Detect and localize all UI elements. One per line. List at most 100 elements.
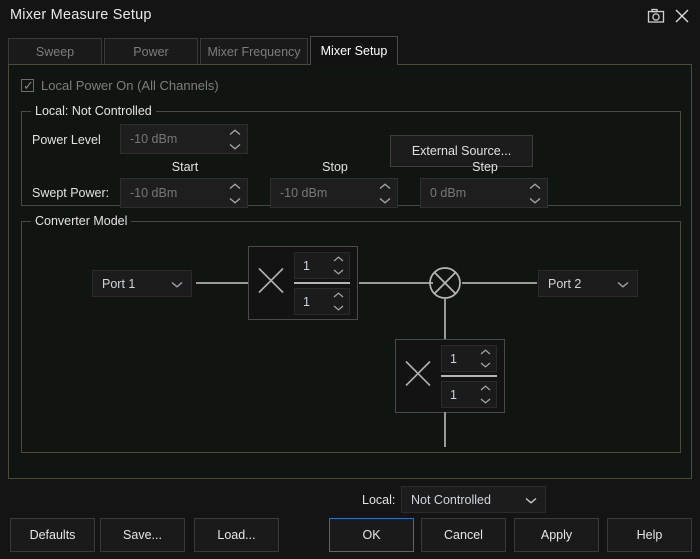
tab-sweep[interactable]: Sweep <box>8 38 102 65</box>
local-dropdown[interactable]: Not Controlled <box>401 486 546 513</box>
lo-multiplier-fraction-bar <box>441 375 497 377</box>
local-value: Not Controlled <box>411 493 491 507</box>
ok-label: OK <box>362 528 380 542</box>
column-header-start: Start <box>140 160 230 174</box>
input-multiplier-fraction-bar <box>294 282 350 284</box>
wire-port1-to-multiplier <box>196 282 249 284</box>
tab-bar: Sweep Power Mixer Frequency Mixer Setup <box>8 36 400 65</box>
converter-model-diagram: Port 1 1 <box>22 222 682 454</box>
swept-power-stop-decrement-icon[interactable] <box>378 193 392 207</box>
cancel-label: Cancel <box>444 528 483 542</box>
input-multiplier-x-icon <box>256 266 286 301</box>
tab-mixer-setup[interactable]: Mixer Setup <box>310 36 398 65</box>
lo-multiplier-numerator-value: 1 <box>450 352 457 366</box>
local-group-title: Local: Not Controlled <box>31 104 156 118</box>
save-button[interactable]: Save... <box>100 518 185 552</box>
save-label: Save... <box>123 528 162 542</box>
swept-power-start-decrement-icon[interactable] <box>228 193 242 207</box>
mixer-symbol-icon <box>428 266 462 300</box>
ok-button[interactable]: OK <box>329 518 414 552</box>
local-group: Local: Not Controlled Power Level -10 dB… <box>21 111 681 206</box>
port1-chevron-down-icon <box>171 275 183 293</box>
swept-power-stop-increment-icon[interactable] <box>378 179 392 193</box>
input-multiplier-numerator-increment-icon[interactable] <box>332 253 345 266</box>
local-chevron-down-icon <box>525 491 537 509</box>
swept-power-step-stepper[interactable] <box>528 179 542 207</box>
lo-multiplier-denominator-decrement-icon[interactable] <box>479 395 492 408</box>
input-multiplier-numerator-stepper[interactable] <box>332 253 345 278</box>
swept-power-step-value: 0 dBm <box>430 186 466 200</box>
swept-power-stop-input[interactable]: -10 dBm <box>270 178 398 208</box>
port1-dropdown[interactable]: Port 1 <box>92 270 192 297</box>
local-power-on-label: Local Power On (All Channels) <box>41 78 219 93</box>
defaults-button[interactable]: Defaults <box>10 518 95 552</box>
wire-mixer-to-port2 <box>462 282 537 284</box>
power-level-stepper[interactable] <box>228 125 242 153</box>
power-level-decrement-icon[interactable] <box>228 139 242 153</box>
power-level-value: -10 dBm <box>130 132 177 146</box>
swept-power-start-value: -10 dBm <box>130 186 177 200</box>
input-multiplier-block: 1 1 <box>248 246 358 320</box>
input-multiplier-numerator-decrement-icon[interactable] <box>332 266 345 279</box>
local-label: Local: <box>362 493 395 507</box>
help-label: Help <box>637 528 663 542</box>
power-level-increment-icon[interactable] <box>228 125 242 139</box>
local-power-on-checkbox[interactable]: ✓ Local Power On (All Channels) <box>21 78 219 93</box>
input-multiplier-numerator-value: 1 <box>303 259 310 273</box>
lo-multiplier-x-icon <box>403 359 433 394</box>
power-level-input[interactable]: -10 dBm <box>120 124 248 154</box>
port1-value: Port 1 <box>102 277 135 291</box>
port2-chevron-down-icon <box>617 275 629 293</box>
window-title: Mixer Measure Setup <box>10 7 152 23</box>
check-mark-icon: ✓ <box>23 79 34 92</box>
mixer-measure-setup-dialog: Mixer Measure Setup Sweep Power Mixer Fr… <box>0 0 700 559</box>
lo-multiplier-denominator-value: 1 <box>450 388 457 402</box>
swept-power-start-stepper[interactable] <box>228 179 242 207</box>
apply-button[interactable]: Apply <box>514 518 599 552</box>
lo-multiplier-numerator-increment-icon[interactable] <box>479 346 492 359</box>
apply-label: Apply <box>541 528 572 542</box>
cancel-button[interactable]: Cancel <box>421 518 506 552</box>
port2-dropdown[interactable]: Port 2 <box>538 270 638 297</box>
wire-lo-multiplier-to-local <box>444 412 446 447</box>
checkbox-box: ✓ <box>21 79 34 92</box>
input-multiplier-denominator-value: 1 <box>303 295 310 309</box>
input-multiplier-denominator-increment-icon[interactable] <box>332 289 345 302</box>
tab-mixer-frequency[interactable]: Mixer Frequency <box>200 38 308 65</box>
column-header-step: Step <box>440 160 530 174</box>
swept-power-step-increment-icon[interactable] <box>528 179 542 193</box>
swept-power-step-decrement-icon[interactable] <box>528 193 542 207</box>
lo-multiplier-numerator-decrement-icon[interactable] <box>479 359 492 372</box>
wire-multiplier-to-mixer <box>359 282 433 284</box>
input-multiplier-denominator-stepper[interactable] <box>332 289 345 314</box>
load-label: Load... <box>217 528 255 542</box>
tab-power[interactable]: Power <box>104 38 198 65</box>
port2-value: Port 2 <box>548 277 581 291</box>
input-multiplier-numerator-input[interactable]: 1 <box>294 252 350 279</box>
camera-icon[interactable] <box>646 6 666 26</box>
swept-power-start-increment-icon[interactable] <box>228 179 242 193</box>
load-button[interactable]: Load... <box>194 518 279 552</box>
swept-power-stop-stepper[interactable] <box>378 179 392 207</box>
help-button[interactable]: Help <box>607 518 692 552</box>
converter-model-group: Converter Model Port 1 <box>21 221 681 453</box>
swept-power-label: Swept Power: <box>32 186 109 200</box>
title-bar: Mixer Measure Setup <box>0 0 700 33</box>
lo-multiplier-denominator-increment-icon[interactable] <box>479 382 492 395</box>
defaults-label: Defaults <box>30 528 76 542</box>
lo-multiplier-denominator-stepper[interactable] <box>479 382 492 407</box>
input-multiplier-denominator-input[interactable]: 1 <box>294 288 350 315</box>
close-icon[interactable] <box>672 6 692 26</box>
column-header-stop: Stop <box>290 160 380 174</box>
wire-mixer-to-lo-multiplier <box>444 299 446 340</box>
power-level-label: Power Level <box>32 133 101 147</box>
input-multiplier-denominator-decrement-icon[interactable] <box>332 302 345 315</box>
lo-multiplier-numerator-stepper[interactable] <box>479 346 492 371</box>
lo-multiplier-denominator-input[interactable]: 1 <box>441 381 497 408</box>
swept-power-step-input[interactable]: 0 dBm <box>420 178 548 208</box>
swept-power-stop-value: -10 dBm <box>280 186 327 200</box>
tab-content-panel: ✓ Local Power On (All Channels) External… <box>8 64 692 479</box>
lo-multiplier-block: 1 1 <box>395 339 505 413</box>
swept-power-start-input[interactable]: -10 dBm <box>120 178 248 208</box>
lo-multiplier-numerator-input[interactable]: 1 <box>441 345 497 372</box>
